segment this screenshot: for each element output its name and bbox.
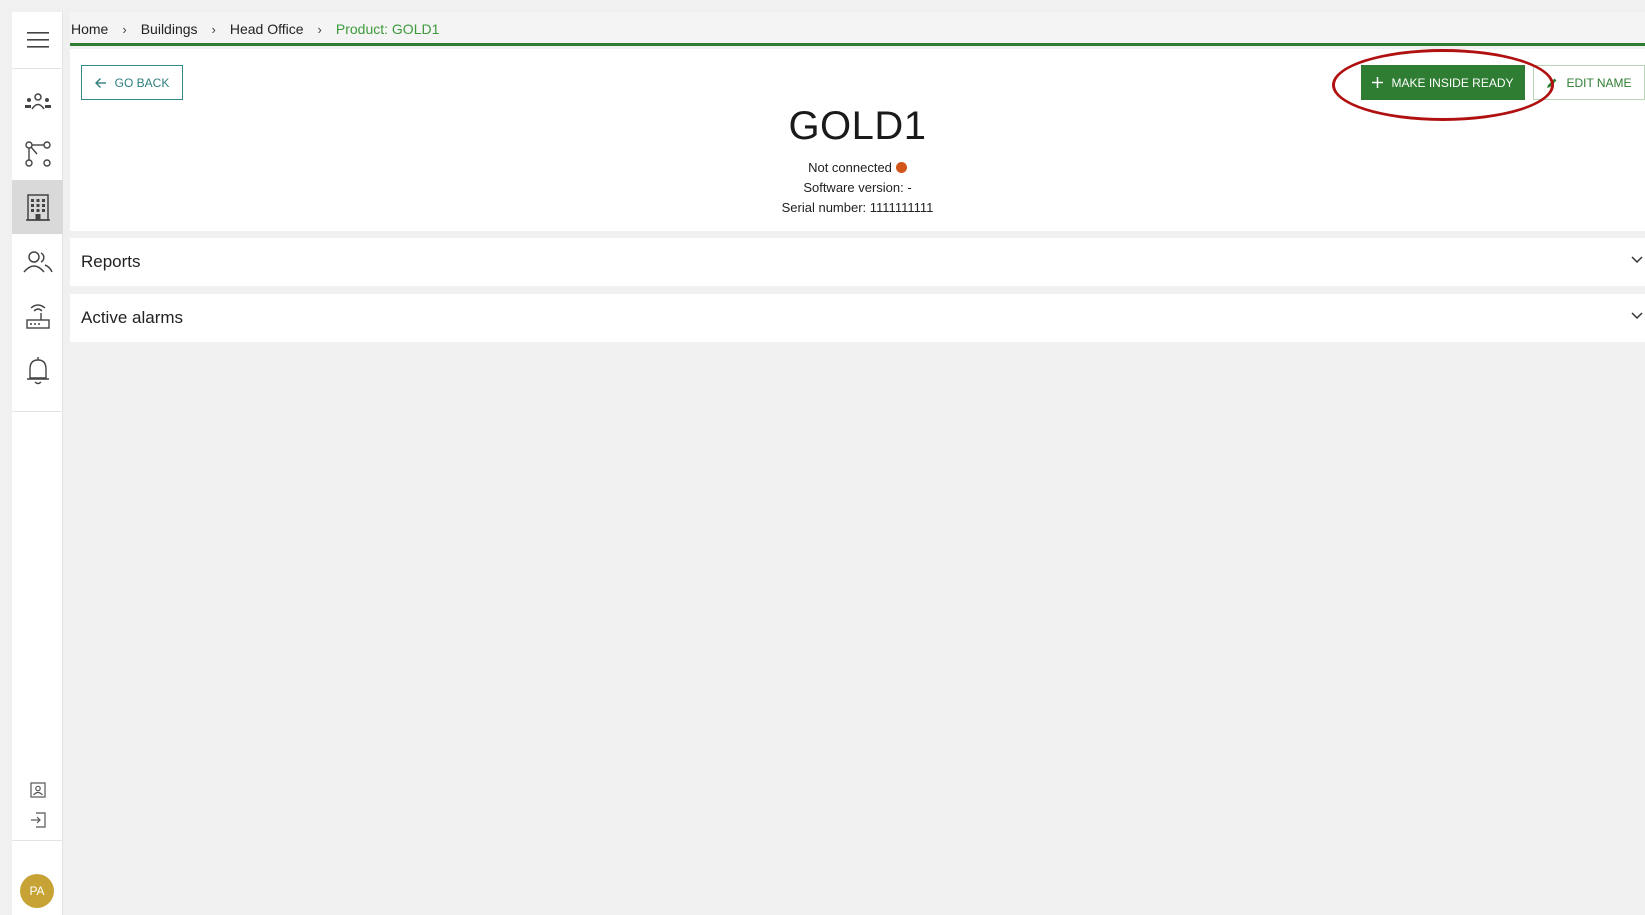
users-group-icon: [24, 93, 51, 110]
pencil-icon: [1547, 78, 1557, 88]
go-back-button[interactable]: GO BACK: [81, 65, 183, 100]
breadcrumb-home[interactable]: Home: [71, 21, 108, 37]
sidebar-item-buildings[interactable]: [12, 180, 63, 234]
breadcrumb-buildings[interactable]: Buildings: [141, 21, 198, 37]
sidebar-item-devices[interactable]: [12, 294, 63, 338]
sidebar: PA: [12, 12, 63, 915]
edit-name-button[interactable]: EDIT NAME: [1533, 65, 1645, 100]
avatar[interactable]: PA: [20, 874, 54, 908]
sidebar-item-people[interactable]: [12, 240, 63, 284]
reports-accordion[interactable]: Reports: [70, 238, 1645, 286]
breadcrumb: Home › Buildings › Head Office › Product…: [71, 21, 439, 37]
active-alarms-accordion[interactable]: Active alarms: [70, 294, 1645, 342]
product-header: GO BACK MAKE INSIDE READY EDIT NAME GOLD…: [70, 49, 1645, 231]
sidebar-item-users[interactable]: [12, 80, 63, 124]
menu-button[interactable]: [12, 20, 63, 60]
network-nodes-icon: [24, 141, 51, 167]
topbar: Home › Buildings › Head Office › Product…: [70, 12, 1645, 46]
building-icon: [25, 194, 50, 221]
sidebar-item-alarms[interactable]: [12, 346, 63, 396]
page-title: GOLD1: [788, 104, 927, 148]
breadcrumb-current: Product: GOLD1: [335, 21, 440, 37]
menu-icon: [26, 32, 49, 48]
bell-icon: [26, 357, 49, 385]
router-icon: [25, 304, 50, 329]
reports-title: Reports: [81, 252, 141, 271]
breadcrumb-separator: ›: [317, 21, 322, 37]
make-inside-ready-button[interactable]: MAKE INSIDE READY: [1361, 65, 1525, 100]
logout-button[interactable]: [12, 807, 63, 833]
active-alarms-title: Active alarms: [81, 308, 184, 327]
plus-icon: [1372, 77, 1384, 88]
person-group-icon: [22, 251, 53, 273]
breadcrumb-separator: ›: [211, 21, 216, 37]
edit-name-label: EDIT NAME: [1566, 75, 1632, 90]
profile-card-icon: [29, 782, 46, 798]
connection-status: Not connected: [70, 160, 1645, 175]
chevron-down-icon: [1631, 256, 1643, 264]
go-back-label: GO BACK: [114, 75, 170, 90]
make-inside-ready-label: MAKE INSIDE READY: [1391, 75, 1514, 90]
serial-number: Serial number: 1111111111: [781, 200, 934, 215]
logout-icon: [30, 812, 46, 828]
breadcrumb-separator: ›: [122, 21, 127, 37]
profile-button[interactable]: [12, 777, 63, 803]
breadcrumb-head-office[interactable]: Head Office: [230, 21, 304, 37]
connection-status-text: Not connected: [808, 160, 892, 175]
chevron-down-icon: [1631, 312, 1643, 320]
arrow-left-icon: [94, 77, 106, 88]
status-dot: [895, 162, 907, 173]
software-version: Software version: -: [803, 180, 912, 195]
outer-margin: [0, 0, 12, 915]
sidebar-item-network[interactable]: [12, 132, 63, 176]
